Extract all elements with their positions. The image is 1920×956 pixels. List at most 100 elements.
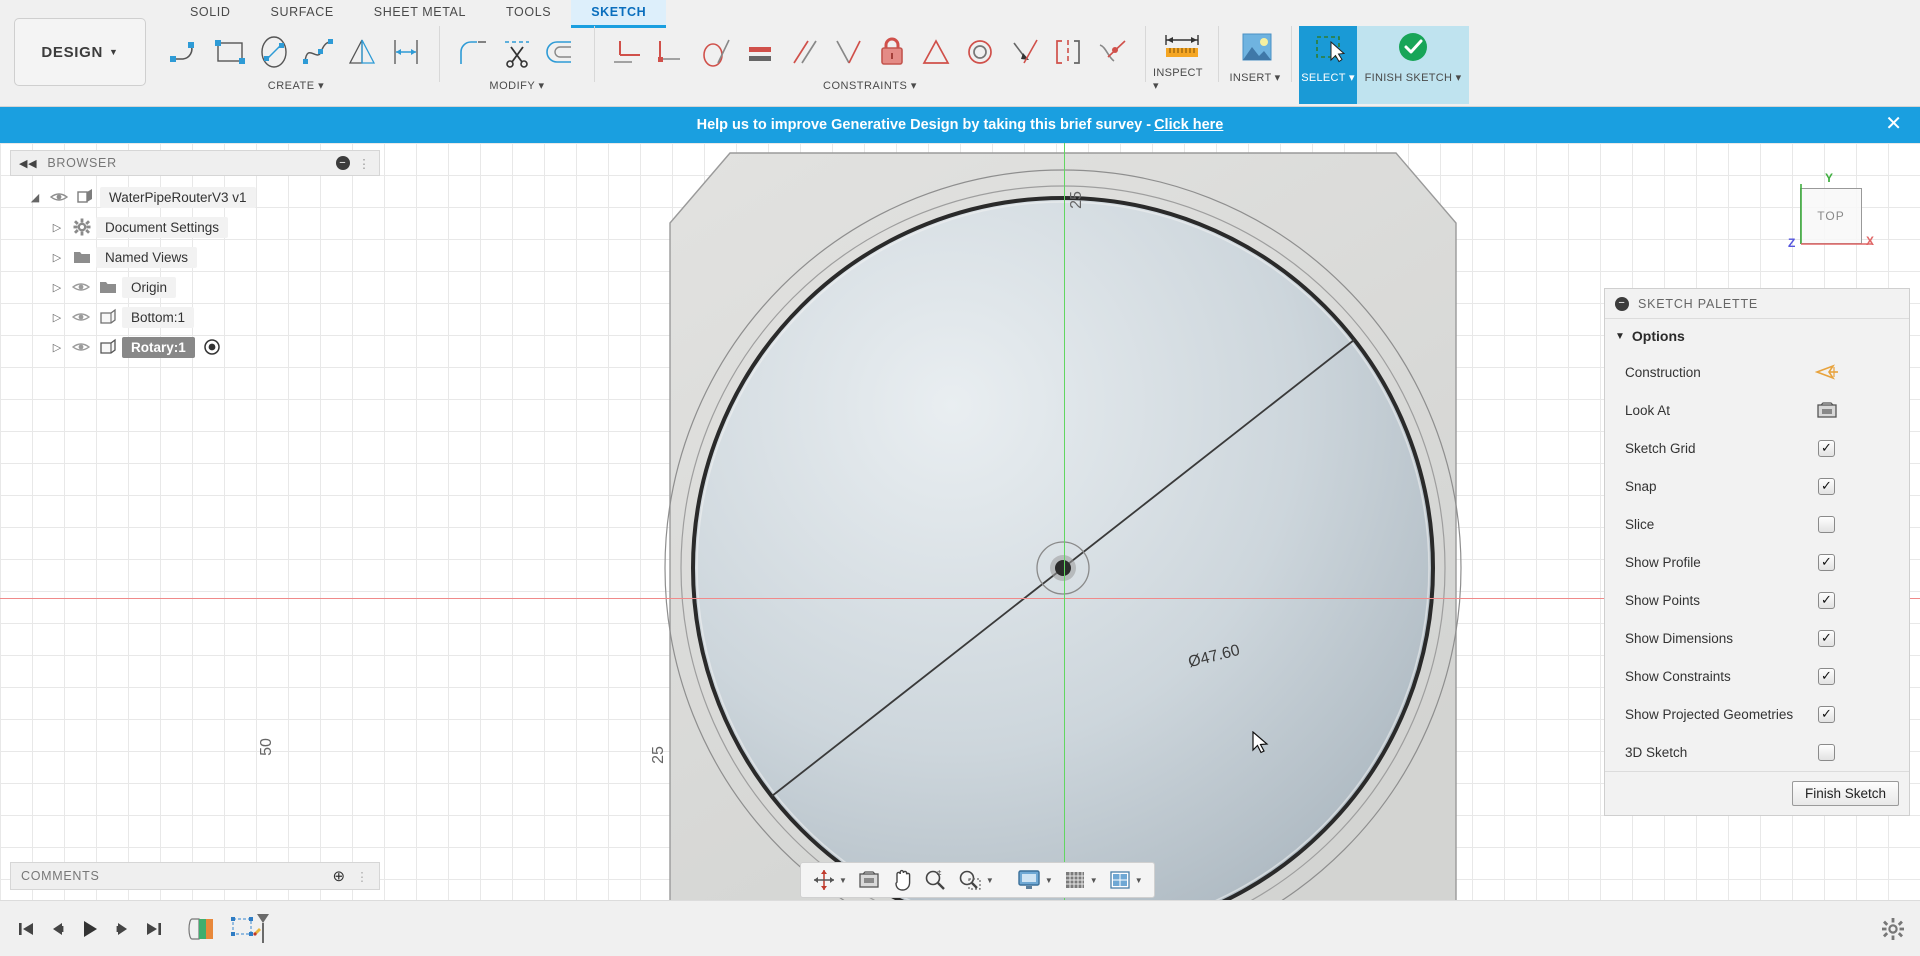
palette-row-show-profile[interactable]: Show Profile ✓ [1605,543,1909,581]
go-to-end-icon[interactable] [138,919,170,939]
show-points-checkbox[interactable]: ✓ [1818,592,1835,609]
select-button[interactable]: SELECT ▾ [1299,26,1357,104]
rectangle-icon[interactable] [208,28,252,76]
coincident-icon[interactable] [1002,28,1046,76]
visibility-eye-icon[interactable] [68,281,94,293]
step-forward-icon[interactable] [106,919,138,939]
pan-hand-icon[interactable] [886,865,918,895]
panel-resize-handle[interactable]: ⋮ [358,156,371,171]
minimize-icon[interactable]: − [1615,297,1629,311]
grid-snaps-icon[interactable]: ▼ [1058,865,1103,895]
chevron-down-icon[interactable]: ▼ [1045,876,1053,885]
snap-checkbox[interactable]: ✓ [1818,478,1835,495]
expand-arrow-icon[interactable]: ◢ [24,191,46,204]
fix-lock-icon[interactable] [870,28,914,76]
fillet-icon[interactable] [451,28,495,76]
chevron-down-icon[interactable]: ▼ [986,876,994,885]
tab-sketch[interactable]: SKETCH [571,0,666,28]
tree-row-document-settings[interactable]: ▷ Document Settings [10,212,380,242]
visibility-eye-icon[interactable] [68,311,94,323]
viewports-icon[interactable]: ▼ [1103,865,1148,895]
tree-label[interactable]: Origin [122,277,176,298]
visibility-eye-icon[interactable] [68,341,94,353]
tree-row-bottom[interactable]: ▷ Bottom:1 [10,302,380,332]
collinear-icon[interactable] [826,28,870,76]
inspect-button[interactable]: INSPECT ▾ [1153,26,1211,104]
play-icon[interactable] [74,918,106,940]
chevron-down-icon[interactable]: ▼ [839,876,847,885]
parallel-icon[interactable] [782,28,826,76]
collapse-icon[interactable]: ◀◀ [19,157,37,170]
panel-minimize-icon[interactable]: − [336,156,350,170]
expand-arrow-icon[interactable]: ▷ [46,251,68,264]
perpendicular-icon[interactable] [650,28,694,76]
insert-button[interactable]: INSERT ▾ [1226,26,1284,104]
palette-row-look-at[interactable]: Look At [1605,391,1909,429]
ribbon-group-label-modify[interactable]: MODIFY ▾ [489,79,544,92]
palette-row-3d-sketch[interactable]: 3D Sketch [1605,733,1909,771]
show-dimensions-checkbox[interactable]: ✓ [1818,630,1835,647]
sketch-feature-icon[interactable] [230,912,270,946]
trim-scissors-icon[interactable] [495,28,539,76]
symmetry-icon[interactable] [1046,28,1090,76]
equal-icon[interactable] [738,28,782,76]
ribbon-group-label-constraints[interactable]: CONSTRAINTS ▾ [823,79,917,92]
finish-sketch-button[interactable]: FINISH SKETCH ▾ [1357,26,1469,104]
tangent-icon[interactable] [694,28,738,76]
line-icon[interactable] [164,28,208,76]
tab-tools[interactable]: TOOLS [486,0,571,28]
tree-row-root[interactable]: ◢ WaterPipeRouterV3 v1 [10,182,380,212]
tab-surface[interactable]: SURFACE [251,0,354,28]
offset-icon[interactable] [539,28,583,76]
palette-row-show-points[interactable]: Show Points ✓ [1605,581,1909,619]
expand-arrow-icon[interactable]: ▷ [46,311,68,324]
close-icon[interactable]: ✕ [1885,114,1902,134]
look-at-icon[interactable] [852,865,886,895]
workspace-switcher-button[interactable]: DESIGN ▼ [14,18,146,86]
palette-row-construction[interactable]: Construction [1605,353,1909,391]
curvature-icon[interactable] [1090,28,1134,76]
add-comment-icon[interactable]: ⊕ [333,867,346,885]
tree-row-named-views[interactable]: ▷ Named Views [10,242,380,272]
active-component-radio-icon[interactable] [203,338,221,356]
orbit-icon[interactable]: ▼ [807,865,852,895]
horizontal-vertical-icon[interactable] [606,28,650,76]
tree-row-origin[interactable]: ▷ Origin [10,272,380,302]
panel-resize-handle[interactable]: ⋮ [356,869,369,884]
tree-label[interactable]: WaterPipeRouterV3 v1 [100,187,256,208]
3d-sketch-checkbox[interactable] [1818,744,1835,761]
palette-row-show-constraints[interactable]: Show Constraints ✓ [1605,657,1909,695]
visibility-eye-icon[interactable] [46,191,72,203]
comments-panel[interactable]: COMMENTS ⊕ ⋮ [10,862,380,890]
tree-label[interactable]: Rotary:1 [122,337,195,358]
palette-row-slice[interactable]: Slice [1605,505,1909,543]
palette-row-sketch-grid[interactable]: Sketch Grid ✓ [1605,429,1909,467]
concentric-icon[interactable] [958,28,1002,76]
banner-link[interactable]: Click here [1154,117,1223,133]
slice-checkbox[interactable] [1818,516,1835,533]
extrude-feature-icon[interactable] [188,913,222,945]
mirror-icon[interactable] [340,28,384,76]
palette-row-show-projected-geometries[interactable]: Show Projected Geometries ✓ [1605,695,1909,733]
chevron-down-icon[interactable]: ▼ [1135,876,1143,885]
view-cube[interactable]: TOP Y X Z [1775,168,1880,268]
step-back-icon[interactable] [42,919,74,939]
circle-icon[interactable] [252,28,296,76]
ribbon-group-label-create[interactable]: CREATE ▾ [268,79,324,92]
look-at-icon[interactable] [1815,401,1839,419]
tab-sheet-metal[interactable]: SHEET METAL [354,0,486,28]
expand-arrow-icon[interactable]: ▷ [46,341,68,354]
zoom-icon[interactable]: ± [918,865,952,895]
sketch-palette-header[interactable]: − SKETCH PALETTE [1605,289,1909,319]
construction-line-icon[interactable] [1815,363,1839,381]
chevron-down-icon[interactable]: ▼ [1090,876,1098,885]
settings-gear-icon[interactable] [1882,918,1904,940]
show-profile-checkbox[interactable]: ✓ [1818,554,1835,571]
show-projected-geometries-checkbox[interactable]: ✓ [1818,706,1835,723]
tree-label[interactable]: Bottom:1 [122,307,194,328]
tree-row-rotary[interactable]: ▷ Rotary:1 [10,332,380,362]
tree-label[interactable]: Named Views [96,247,197,268]
palette-finish-sketch-button[interactable]: Finish Sketch [1792,781,1899,806]
zoom-window-icon[interactable]: ▼ [952,865,999,895]
options-section-header[interactable]: ▼ Options [1605,319,1909,353]
